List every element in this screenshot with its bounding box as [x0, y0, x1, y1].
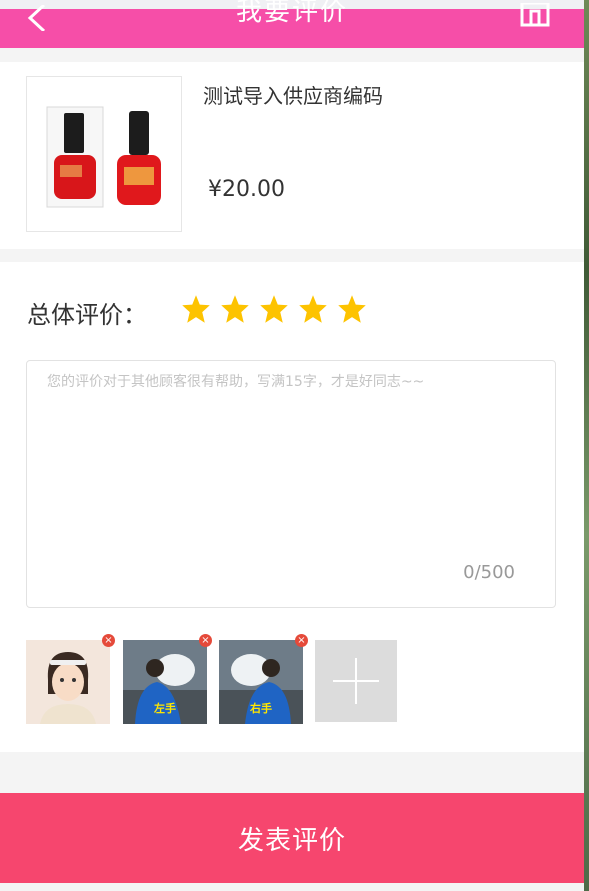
- char-counter: 0/500: [463, 562, 515, 583]
- add-photo-button[interactable]: [315, 640, 397, 722]
- top-nav-bar: 我要评价: [0, 0, 584, 48]
- remove-photo-icon[interactable]: ×: [295, 634, 308, 647]
- product-price: ¥20.00: [208, 177, 285, 202]
- uploaded-photo[interactable]: × 左手: [123, 634, 212, 724]
- review-section: 总体评价： 0/500 ×: [0, 262, 584, 752]
- star-icon[interactable]: [337, 294, 367, 324]
- star-icon[interactable]: [220, 294, 250, 324]
- star-icon[interactable]: [259, 294, 289, 324]
- background-edge: [584, 0, 589, 891]
- home-icon[interactable]: [520, 3, 550, 27]
- submit-review-button[interactable]: 发表评价: [0, 793, 584, 883]
- product-name: 测试导入供应商编码: [203, 84, 383, 108]
- remove-photo-icon[interactable]: ×: [199, 634, 212, 647]
- uploaded-photo[interactable]: × 右手: [219, 634, 308, 724]
- page-title: 我要评价: [235, 0, 348, 27]
- star-icon[interactable]: [298, 294, 328, 324]
- overall-rating-label: 总体评价：: [27, 301, 147, 329]
- review-textarea-wrapper: 0/500: [26, 360, 556, 608]
- product-thumbnail[interactable]: [26, 76, 182, 232]
- star-rating: [181, 294, 367, 324]
- plus-icon: [333, 658, 379, 704]
- photo-caption: 右手: [250, 702, 272, 715]
- remove-photo-icon[interactable]: ×: [102, 634, 115, 647]
- uploaded-photo[interactable]: ×: [26, 634, 115, 724]
- star-icon[interactable]: [181, 294, 211, 324]
- product-card: 测试导入供应商编码 ¥20.00: [0, 62, 584, 249]
- photo-caption: 左手: [154, 702, 176, 715]
